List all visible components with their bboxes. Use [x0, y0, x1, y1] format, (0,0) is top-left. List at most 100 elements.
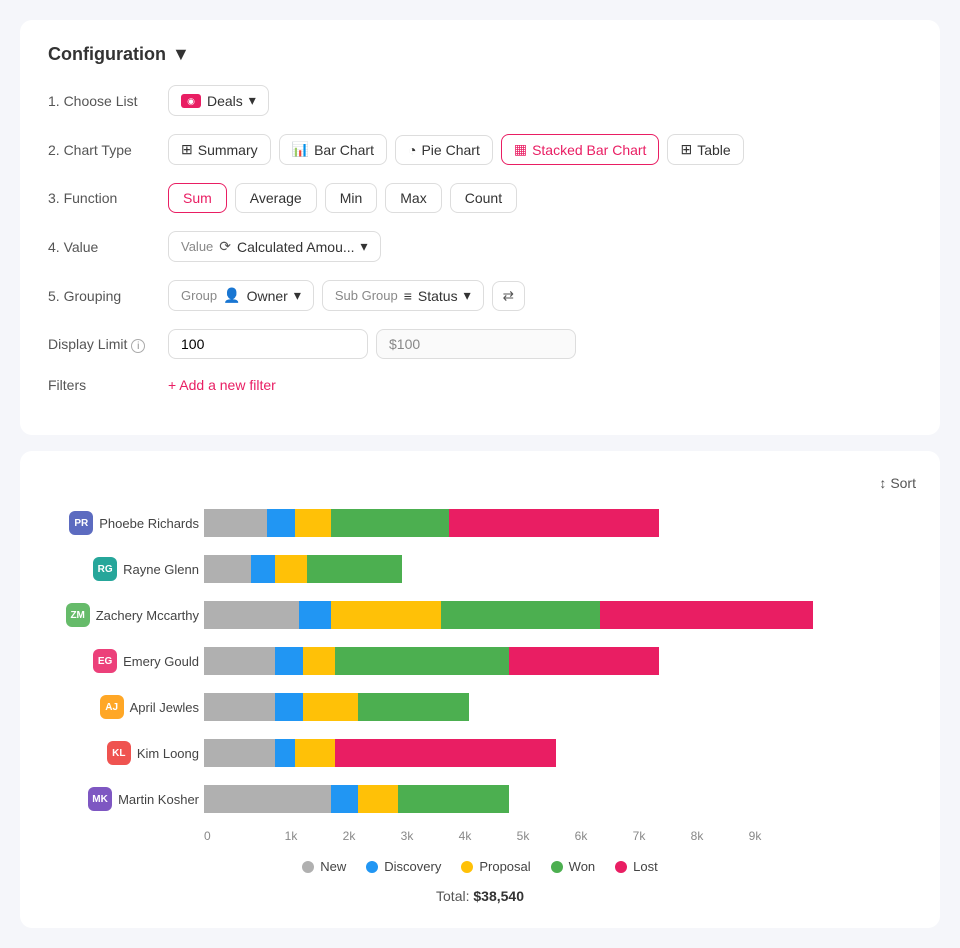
bar-segment-new	[204, 601, 299, 629]
avatar: AJ	[100, 695, 124, 719]
subgroup-dropdown-icon: ▾	[464, 287, 471, 304]
chart-header: ↕ Sort	[44, 475, 916, 491]
legend-label: Proposal	[479, 859, 530, 874]
summary-chart-btn[interactable]: ⊞ Summary	[168, 134, 271, 165]
display-limit-input[interactable]	[168, 329, 368, 359]
list-value: Deals	[207, 93, 243, 109]
bar-segment-won	[307, 555, 402, 583]
filters-label: Filters	[48, 377, 168, 393]
filters-row: Filters + Add a new filter	[48, 377, 912, 393]
subgroup-select[interactable]: Sub Group ≡ Status ▾	[322, 280, 484, 311]
bar-segment-lost	[335, 739, 557, 767]
x-tick: 1k	[262, 829, 320, 843]
x-tick: 2k	[320, 829, 378, 843]
bar-segment-lost	[509, 647, 659, 675]
avatar: ZM	[66, 603, 90, 627]
value-select[interactable]: Value ⟳ Calculated Amou... ▾	[168, 231, 381, 262]
group-dropdown-icon: ▾	[294, 287, 301, 304]
swap-button[interactable]: ⇄	[492, 281, 525, 311]
stacked-bar-chart-btn[interactable]: ▦ Stacked Bar Chart	[501, 134, 660, 165]
bar-row: EGEmery Gould	[204, 645, 916, 677]
bar-segment-discovery	[331, 785, 359, 813]
bar-segments	[204, 739, 916, 767]
x-tick: 3k	[378, 829, 436, 843]
bar-row: PRPhoebe Richards	[204, 507, 916, 539]
bar-row: AJApril Jewles	[204, 691, 916, 723]
bar-segments	[204, 509, 916, 537]
bar-chart-icon: 📊	[292, 141, 309, 158]
value-value: Calculated Amou...	[237, 239, 355, 255]
x-tick: 8k	[668, 829, 726, 843]
legend-label: New	[320, 859, 346, 874]
person-name: Rayne Glenn	[123, 562, 199, 577]
bar-segments	[204, 693, 916, 721]
value-dropdown-icon: ▾	[361, 238, 368, 255]
add-filter-button[interactable]: + Add a new filter	[168, 377, 276, 393]
bar-label: EGEmery Gould	[44, 649, 199, 673]
bar-segment-new	[204, 785, 331, 813]
bar-label: MKMartin Kosher	[44, 787, 199, 811]
chart-type-buttons: ⊞ Summary 📊 Bar Chart ◔ Pie Chart ▦ Stac…	[168, 134, 744, 165]
average-btn[interactable]: Average	[235, 183, 317, 213]
bar-label: PRPhoebe Richards	[44, 511, 199, 535]
bar-label: AJApril Jewles	[44, 695, 199, 719]
sort-icon: ↕	[879, 475, 886, 491]
legend-color-dot	[615, 861, 627, 873]
group-select[interactable]: Group 👤 Owner ▾	[168, 280, 314, 311]
function-row: 3. Function Sum Average Min Max Count	[48, 183, 912, 213]
sum-btn[interactable]: Sum	[168, 183, 227, 213]
min-btn[interactable]: Min	[325, 183, 378, 213]
legend-item: Discovery	[366, 859, 441, 874]
bar-segment-discovery	[251, 555, 275, 583]
x-tick: 7k	[610, 829, 668, 843]
bar-row: MKMartin Kosher	[204, 783, 916, 815]
display-limit-label: Display Limit i	[48, 336, 168, 353]
chart-type-row: 2. Chart Type ⊞ Summary 📊 Bar Chart ◔ Pi…	[48, 134, 912, 165]
avatar: MK	[88, 787, 112, 811]
bar-segment-won	[358, 693, 469, 721]
bar-chart-btn[interactable]: 📊 Bar Chart	[279, 134, 387, 165]
person-name: Phoebe Richards	[99, 516, 199, 531]
info-icon[interactable]: i	[131, 339, 145, 353]
count-btn[interactable]: Count	[450, 183, 517, 213]
legend-item: New	[302, 859, 346, 874]
group-value: Owner	[247, 288, 288, 304]
bar-segment-proposal	[295, 739, 335, 767]
bar-segment-won	[335, 647, 509, 675]
bar-segment-proposal	[303, 693, 358, 721]
x-tick: 5k	[494, 829, 552, 843]
legend-label: Lost	[633, 859, 658, 874]
bar-segment-won	[331, 509, 450, 537]
x-tick: 4k	[436, 829, 494, 843]
table-chart-btn[interactable]: ⊞ Table	[667, 134, 743, 165]
max-btn[interactable]: Max	[385, 183, 441, 213]
grouping-label: 5. Grouping	[48, 288, 168, 304]
bar-row: KLKim Loong	[204, 737, 916, 769]
list-select[interactable]: ◉ Deals ▾	[168, 85, 269, 116]
legend-color-dot	[302, 861, 314, 873]
calculated-amount-icon: ⟳	[219, 238, 231, 255]
bar-segment-new	[204, 739, 275, 767]
legend-color-dot	[551, 861, 563, 873]
legend-item: Proposal	[461, 859, 530, 874]
person-name: Kim Loong	[137, 746, 199, 761]
total-value: $38,540	[473, 888, 524, 904]
subgroup-prefix: Sub Group	[335, 288, 398, 303]
legend-label: Won	[569, 859, 596, 874]
bar-segment-proposal	[303, 647, 335, 675]
pie-chart-btn[interactable]: ◔ Pie Chart	[395, 135, 493, 165]
x-tick: 9k	[726, 829, 784, 843]
bar-label: ZMZachery Mccarthy	[44, 603, 199, 627]
bar-segment-won	[398, 785, 509, 813]
function-buttons: Sum Average Min Max Count	[168, 183, 517, 213]
group-prefix: Group	[181, 288, 217, 303]
sort-button[interactable]: ↕ Sort	[879, 475, 916, 491]
subgroup-list-icon: ≡	[404, 288, 412, 304]
bar-segment-lost	[449, 509, 659, 537]
bar-segment-discovery	[275, 647, 303, 675]
chart-type-label: 2. Chart Type	[48, 142, 168, 158]
bar-label: KLKim Loong	[44, 741, 199, 765]
bar-segment-new	[204, 693, 275, 721]
legend-item: Won	[551, 859, 596, 874]
legend-color-dot	[366, 861, 378, 873]
